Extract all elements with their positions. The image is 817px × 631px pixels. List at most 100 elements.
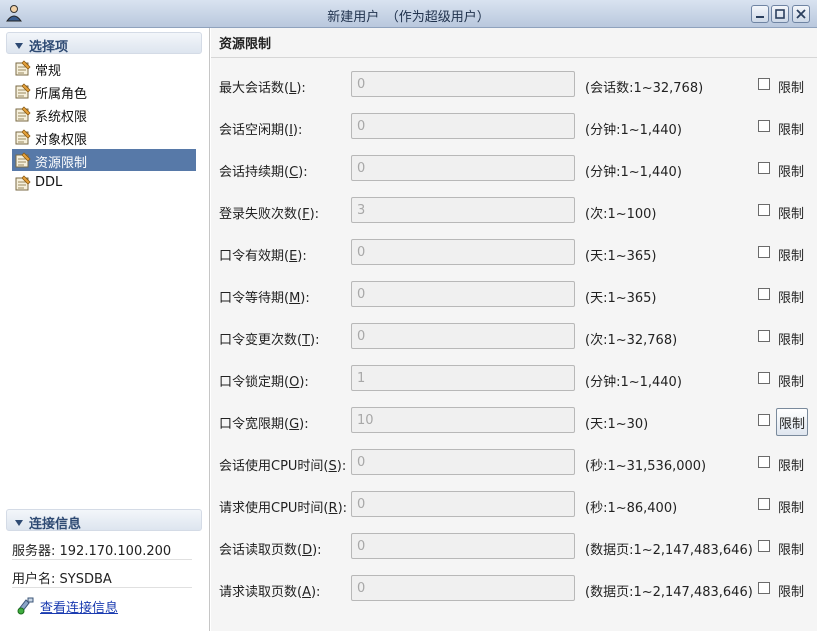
login-failures-input[interactable]: 3 bbox=[351, 197, 575, 223]
view-connection-link[interactable]: 查看连接信息 bbox=[12, 594, 196, 616]
session-cpu-input[interactable]: 0 bbox=[351, 449, 575, 475]
sidebar-item-general[interactable]: 常规 bbox=[12, 57, 196, 79]
range-hint: (秒:1~31,536,000) bbox=[585, 459, 707, 474]
limit-checkbox-label[interactable]: 限制 bbox=[776, 329, 806, 348]
sidebar-item-label: 所属角色 bbox=[35, 87, 88, 102]
sidebar-item-label: DDL bbox=[35, 175, 63, 190]
document-icon bbox=[15, 60, 31, 76]
field-label: 请求使用CPU时间(R): bbox=[219, 501, 348, 516]
document-icon bbox=[15, 129, 31, 145]
password-reuse-wait-input[interactable]: 0 bbox=[351, 281, 575, 307]
limit-checkbox[interactable] bbox=[758, 288, 770, 300]
username-info: 用户名: SYSDBA bbox=[12, 564, 192, 588]
call-reads-input[interactable]: 0 bbox=[351, 575, 575, 601]
session-duration-input[interactable]: 0 bbox=[351, 155, 575, 181]
limit-row-password-reuse-max: 口令变更次数(T): 0 (次:1~32,768) 限制 bbox=[211, 323, 817, 351]
sidebar-item-label: 系统权限 bbox=[35, 110, 88, 125]
range-hint: (秒:1~86,400) bbox=[585, 501, 678, 516]
limit-checkbox[interactable] bbox=[758, 78, 770, 90]
field-label: 登录失败次数(F): bbox=[219, 207, 320, 222]
password-lock-input[interactable]: 1 bbox=[351, 365, 575, 391]
session-idle-input[interactable]: 0 bbox=[351, 113, 575, 139]
document-icon bbox=[15, 152, 31, 168]
range-hint: (分钟:1~1,440) bbox=[585, 375, 682, 390]
field-label: 会话持续期(C): bbox=[219, 165, 308, 180]
range-hint: (分钟:1~1,440) bbox=[585, 165, 682, 180]
limit-checkbox-label[interactable]: 限制 bbox=[776, 119, 806, 138]
limit-checkbox-label[interactable]: 限制 bbox=[776, 287, 806, 306]
maximize-icon bbox=[775, 9, 785, 19]
resource-limits-panel: 资源限制 最大会话数(L): 0 (会话数:1~32,768) 限制 会话空闲期(I):… bbox=[211, 28, 817, 631]
limit-checkbox[interactable] bbox=[758, 372, 770, 384]
range-hint: (天:1~30) bbox=[585, 417, 649, 432]
sidebar-item-system-privileges[interactable]: 系统权限 bbox=[12, 103, 196, 125]
limit-row-call-cpu: 请求使用CPU时间(R): 0 (秒:1~86,400) 限制 bbox=[211, 491, 817, 519]
limit-row-password-reuse-wait: 口令等待期(M): 0 (天:1~365) 限制 bbox=[211, 281, 817, 309]
options-section-header[interactable]: 选择项 bbox=[6, 32, 202, 55]
limit-checkbox-label[interactable]: 限制 bbox=[776, 539, 806, 558]
limit-row-max-sessions: 最大会话数(L): 0 (会话数:1~32,768) 限制 bbox=[211, 71, 817, 99]
document-icon bbox=[15, 83, 31, 99]
range-hint: (数据页:1~2,147,483,646) bbox=[585, 585, 753, 600]
document-icon bbox=[15, 175, 31, 191]
password-grace-input[interactable]: 10 bbox=[351, 407, 575, 433]
limit-checkbox-label[interactable]: 限制 bbox=[776, 245, 806, 264]
password-reuse-max-input[interactable]: 0 bbox=[351, 323, 575, 349]
limit-checkbox[interactable] bbox=[758, 246, 770, 258]
close-icon bbox=[796, 9, 806, 19]
sidebar-item-label: 资源限制 bbox=[35, 156, 88, 171]
limit-checkbox[interactable] bbox=[758, 456, 770, 468]
close-button[interactable] bbox=[792, 5, 810, 23]
field-label: 会话读取页数(D): bbox=[219, 543, 322, 558]
limit-checkbox-label[interactable]: 限制 bbox=[776, 581, 806, 600]
divider bbox=[211, 57, 817, 58]
limit-checkbox-label[interactable]: 限制 bbox=[776, 408, 809, 436]
limit-checkbox-label[interactable]: 限制 bbox=[776, 77, 806, 96]
limit-row-password-lock: 口令锁定期(O): 1 (分钟:1~1,440) 限制 bbox=[211, 365, 817, 393]
sidebar-item-roles[interactable]: 所属角色 bbox=[12, 80, 196, 102]
range-hint: (次:1~100) bbox=[585, 207, 657, 222]
title-bar: 新建用户 （作为超级用户） bbox=[0, 0, 817, 28]
call-cpu-input[interactable]: 0 bbox=[351, 491, 575, 517]
server-info: 服务器: 192.170.100.200 bbox=[12, 536, 192, 560]
field-label: 口令宽限期(G): bbox=[219, 417, 309, 432]
minimize-button[interactable] bbox=[751, 5, 769, 23]
limit-checkbox[interactable] bbox=[758, 582, 770, 594]
limit-checkbox[interactable] bbox=[758, 204, 770, 216]
range-hint: (分钟:1~1,440) bbox=[585, 123, 682, 138]
sidebar-item-object-privileges[interactable]: 对象权限 bbox=[12, 126, 196, 148]
limit-row-session-duration: 会话持续期(C): 0 (分钟:1~1,440) 限制 bbox=[211, 155, 817, 183]
limit-row-login-failures: 登录失败次数(F): 3 (次:1~100) 限制 bbox=[211, 197, 817, 225]
limit-checkbox[interactable] bbox=[758, 498, 770, 510]
connection-section-header[interactable]: 连接信息 bbox=[6, 509, 202, 532]
limit-checkbox[interactable] bbox=[758, 414, 770, 426]
field-label: 口令锁定期(O): bbox=[219, 375, 309, 390]
left-panel: 选择项 常规所属角色系统权限 对象权限资源限制 DDL 连接信息 服务器: 192.… bbox=[0, 28, 210, 631]
limit-checkbox[interactable] bbox=[758, 120, 770, 132]
range-hint: (次:1~32,768) bbox=[585, 333, 678, 348]
limit-checkbox-label[interactable]: 限制 bbox=[776, 203, 806, 222]
sidebar-item-resource-limits[interactable]: 资源限制 bbox=[12, 149, 196, 171]
minimize-icon bbox=[756, 16, 764, 18]
limit-checkbox-label[interactable]: 限制 bbox=[776, 371, 806, 390]
limit-row-call-reads: 请求读取页数(A): 0 (数据页:1~2,147,483,646) 限制 bbox=[211, 575, 817, 603]
sidebar-item-ddl[interactable]: DDL bbox=[12, 172, 196, 194]
limit-checkbox-label[interactable]: 限制 bbox=[776, 497, 806, 516]
limit-checkbox[interactable] bbox=[758, 330, 770, 342]
field-label: 会话空闲期(I): bbox=[219, 123, 303, 138]
range-hint: (数据页:1~2,147,483,646) bbox=[585, 543, 753, 558]
max-sessions-input[interactable]: 0 bbox=[351, 71, 575, 97]
limit-row-session-cpu: 会话使用CPU时间(S): 0 (秒:1~31,536,000) 限制 bbox=[211, 449, 817, 477]
field-label: 请求读取页数(A): bbox=[219, 585, 321, 600]
limit-checkbox-label[interactable]: 限制 bbox=[776, 455, 806, 474]
password-lifetime-input[interactable]: 0 bbox=[351, 239, 575, 265]
limit-checkbox[interactable] bbox=[758, 162, 770, 174]
limit-checkbox-label[interactable]: 限制 bbox=[776, 161, 806, 180]
collapse-triangle-icon bbox=[15, 520, 23, 526]
limit-checkbox[interactable] bbox=[758, 540, 770, 552]
limit-row-password-grace: 口令宽限期(G): 10 (天:1~30) 限制 bbox=[211, 407, 817, 436]
maximize-button[interactable] bbox=[771, 5, 789, 23]
session-reads-input[interactable]: 0 bbox=[351, 533, 575, 559]
field-label: 口令等待期(M): bbox=[219, 291, 310, 306]
range-hint: (会话数:1~32,768) bbox=[585, 81, 704, 96]
